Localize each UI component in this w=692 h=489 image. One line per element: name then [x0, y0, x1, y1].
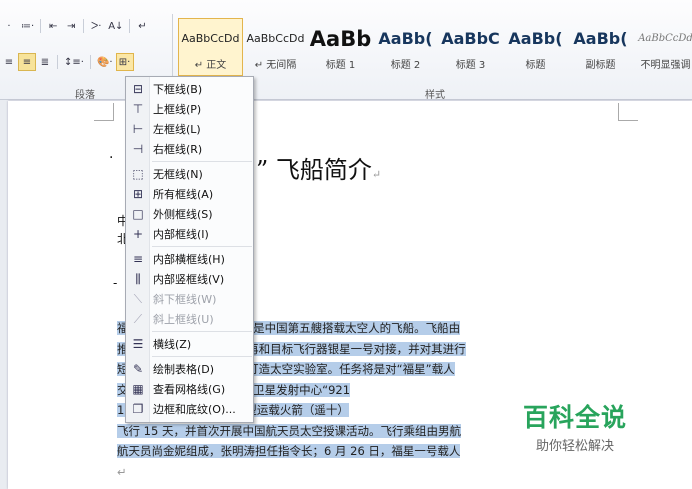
- menu-right-border[interactable]: ⊣ 右框线(R): [126, 139, 253, 159]
- document-title[interactable]: ” 飞船简介↵: [256, 150, 381, 185]
- toolbar-separator: [40, 19, 42, 33]
- inside-vertical-border-icon: ⫼: [135, 271, 141, 286]
- menu-top-border[interactable]: ⊤ 上框线(P): [126, 99, 253, 119]
- style-sample: AaBb(: [573, 29, 628, 48]
- style-name: 标题 3: [455, 59, 486, 71]
- menu-left-border[interactable]: ⊢ 左框线(L): [126, 119, 253, 139]
- styles-gallery: AaBbCcDd ↵ 正文 AaBbCcDd ↵ 无间隔 AaBb 标题 1 A…: [178, 18, 692, 76]
- justify-icon[interactable]: ≡: [18, 53, 36, 71]
- menu-outside-borders[interactable]: □ 外侧框线(S): [126, 204, 253, 224]
- left-border-icon: ⊢: [132, 122, 144, 136]
- horizontal-line-icon: ☰: [132, 337, 144, 351]
- draw-table-icon: ✎: [132, 362, 144, 376]
- menu-inside-horizontal-border[interactable]: ≡ 内部横框线(H): [126, 249, 253, 269]
- menu-all-borders[interactable]: ⊞ 所有框线(A): [126, 184, 253, 204]
- borders-dropdown-menu: ⊟ 下框线(B) ⊤ 上框线(P) ⊢ 左框线(L) ⊣ 右框线(R) ⬚ 无框…: [125, 76, 254, 423]
- style-name: ↵ 无间隔: [254, 59, 297, 71]
- style-sample: AaBbCcDd: [638, 33, 692, 44]
- paragraph-mark: ↵: [371, 168, 382, 181]
- style-heading-3[interactable]: AaBbC 标题 3: [438, 18, 503, 76]
- show-marks-icon[interactable]: ↵: [133, 17, 151, 35]
- style-subtle-emphasis[interactable]: AaBbCcDd 不明显强调: [633, 18, 692, 76]
- increase-indent-icon[interactable]: ⇥: [62, 17, 80, 35]
- inside-borders-icon: +: [132, 227, 144, 241]
- menu-inside-borders[interactable]: + 内部框线(I): [126, 224, 253, 244]
- multilevel-list-icon[interactable]: ≔·: [18, 17, 37, 35]
- style-heading-2[interactable]: AaBb( 标题 2: [373, 18, 438, 76]
- menu-borders-and-shading[interactable]: ❐ 边框和底纹(O)...: [126, 399, 253, 419]
- toolbar-separator: [57, 55, 58, 69]
- menu-draw-table[interactable]: ✎ 绘制表格(D): [126, 359, 253, 379]
- style-title[interactable]: AaBb( 标题: [503, 18, 568, 76]
- ribbon: · ≔· ⇤ ⇥ ᐳ· A↓ ↵ ≡ ≡ ≣ ↕≡· 🎨· ⊞· 段落 AaBb…: [0, 0, 692, 101]
- style-name: 标题 2: [390, 59, 421, 71]
- diagonal-up-border-icon: ⟋: [133, 311, 143, 326]
- margin-corner-mark: [618, 103, 638, 121]
- paragraph-row-1: · ≔· ⇤ ⇥ ᐳ· A↓ ↵: [0, 16, 151, 36]
- paragraph-row-2: ≡ ≡ ≣ ↕≡· 🎨· ⊞·: [0, 52, 134, 72]
- menu-view-gridlines[interactable]: ▦ 查看网格线(G): [126, 379, 253, 399]
- style-sample: AaBb(: [378, 29, 433, 48]
- style-normal[interactable]: AaBbCcDd ↵ 正文: [178, 18, 243, 76]
- menu-separator: [152, 356, 252, 357]
- bottom-border-icon: ⊟: [132, 82, 144, 96]
- style-name: 标题: [525, 59, 546, 71]
- chinese-layout-icon[interactable]: ᐳ·: [87, 17, 105, 35]
- diagonal-down-border-icon: ⟍: [133, 291, 143, 306]
- menu-bottom-border[interactable]: ⊟ 下框线(B): [126, 79, 253, 99]
- style-name: ↵ 正文: [194, 59, 227, 71]
- style-sample: AaBbCcDd: [246, 32, 305, 45]
- style-sample: AaBb: [309, 26, 372, 51]
- menu-separator: [152, 331, 252, 332]
- sort-icon[interactable]: A↓: [105, 17, 126, 35]
- borders-dropdown-icon[interactable]: ⊞·: [115, 53, 134, 71]
- shading-icon[interactable]: 🎨·: [94, 53, 116, 71]
- style-name: 副标题: [585, 59, 616, 71]
- borders-shading-icon: ❐: [132, 402, 144, 416]
- margin-corner-mark: [94, 103, 114, 121]
- right-border-icon: ⊣: [132, 142, 144, 156]
- list-dropdown-icon[interactable]: ·: [0, 17, 18, 35]
- style-no-spacing[interactable]: AaBbCcDd ↵ 无间隔: [243, 18, 308, 76]
- watermark-subtitle: 助你轻松解决: [535, 439, 614, 454]
- menu-separator: [152, 161, 252, 162]
- text-line: ↵: [117, 464, 127, 479]
- menu-diagonal-up-border: ⟋ 斜上框线(U): [126, 309, 253, 329]
- top-border-icon: ⊤: [132, 102, 144, 116]
- toolbar-separator: [89, 55, 91, 69]
- gridlines-icon: ▦: [132, 382, 144, 396]
- inside-horizontal-border-icon: ≡: [132, 252, 144, 266]
- menu-diagonal-down-border: ⟍ 斜下框线(W): [126, 289, 253, 309]
- menu-inside-vertical-border[interactable]: ⫼ 内部竖框线(V): [126, 269, 253, 289]
- decrease-indent-icon[interactable]: ⇤: [44, 17, 62, 35]
- style-sample: AaBbCcDd: [181, 32, 240, 45]
- distributed-icon[interactable]: ≣: [36, 53, 54, 71]
- style-heading-1[interactable]: AaBb 标题 1: [308, 18, 373, 76]
- style-name: 不明显强调: [640, 59, 691, 71]
- watermark-logo: 百科全说 助你轻松解决: [496, 396, 654, 456]
- menu-horizontal-line[interactable]: ☰ 横线(Z): [126, 334, 253, 354]
- no-border-icon: ⬚: [132, 167, 144, 181]
- watermark-title: 百科全说: [522, 403, 627, 432]
- all-borders-icon: ⊞: [132, 187, 144, 201]
- menu-separator: [152, 246, 252, 247]
- title-text: ” 飞船简介: [256, 156, 372, 184]
- toolbar-separator: [83, 19, 85, 33]
- toolbar-separator: [129, 19, 131, 33]
- style-name: 标题 1: [325, 59, 356, 71]
- styles-group-label: 样式: [425, 90, 445, 101]
- text-fragment: -: [113, 276, 118, 290]
- style-subtitle[interactable]: AaBb( 副标题: [568, 18, 633, 76]
- style-sample: AaBb(: [508, 29, 563, 48]
- menu-no-border[interactable]: ⬚ 无框线(N): [126, 164, 253, 184]
- bullet: ·: [109, 150, 114, 166]
- outside-borders-icon: □: [132, 207, 144, 221]
- line-spacing-icon[interactable]: ↕≡·: [61, 53, 87, 71]
- style-sample: AaBbC: [441, 29, 500, 48]
- align-right-icon[interactable]: ≡: [0, 53, 18, 71]
